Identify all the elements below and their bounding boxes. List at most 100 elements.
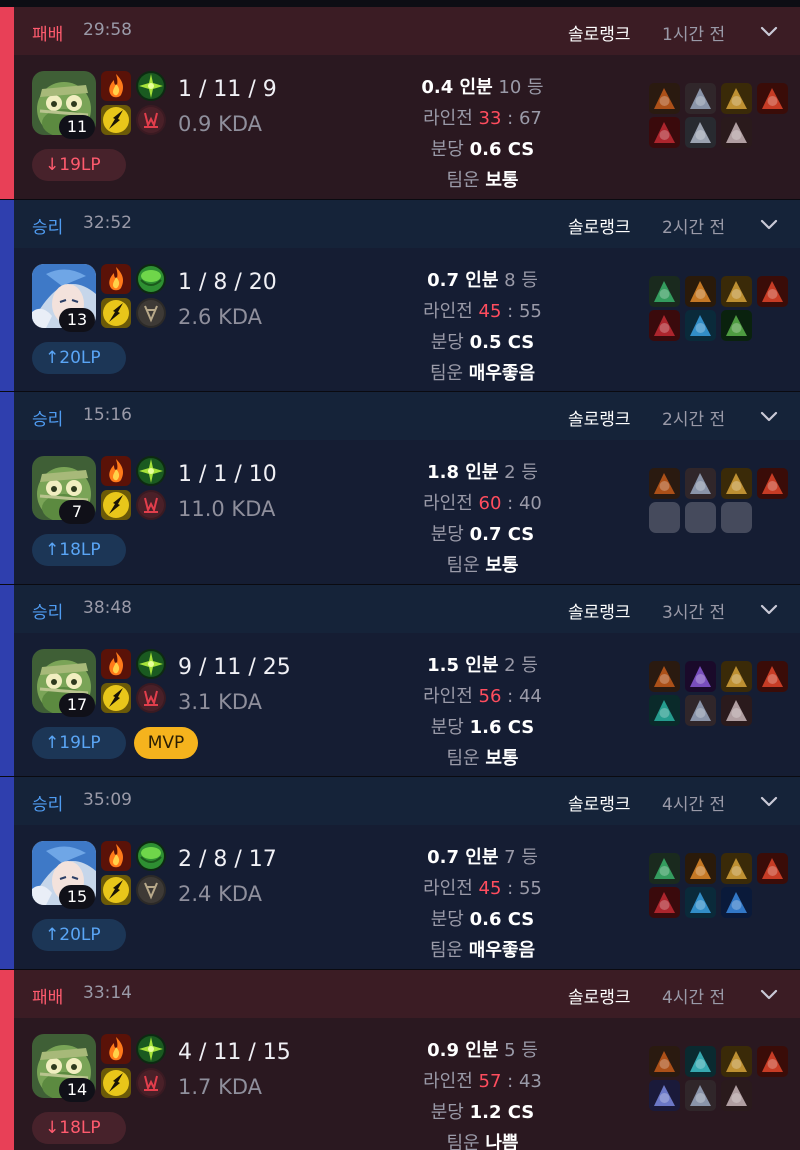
match-card[interactable]: 승리 38:48 솔로랭크 3시간 전 17 9 / 11 / 25 3.1 KDA ↑19L… bbox=[0, 584, 800, 777]
item-icon bbox=[649, 887, 680, 918]
empty-item-slot bbox=[649, 502, 680, 533]
cs-per-minute: 분당 0.6 CS bbox=[290, 905, 675, 931]
item-icon bbox=[649, 853, 680, 884]
lp-value: 20LP bbox=[59, 347, 101, 368]
share-value: 0.7 인분 bbox=[427, 269, 499, 291]
cs-per-minute: 분당 0.6 CS bbox=[290, 135, 675, 161]
lane-separator: : bbox=[501, 300, 519, 322]
flash-icon bbox=[101, 682, 131, 713]
match-header: 승리 35:09 솔로랭크 4시간 전 bbox=[14, 777, 800, 825]
item-icon bbox=[685, 853, 716, 884]
match-duration: 29:58 bbox=[83, 20, 132, 40]
lane-own-percent: 56 bbox=[478, 685, 502, 707]
match-body: 11 1 / 11 / 9 0.9 KDA ↓19LP 0.4 인분 10 등 라인전 3… bbox=[14, 55, 800, 199]
match-duration: 35:09 bbox=[83, 790, 132, 810]
lane-separator: : bbox=[501, 685, 519, 707]
lane-separator: : bbox=[501, 493, 519, 514]
performance-share: 0.9 인분 5 등 bbox=[290, 1036, 675, 1062]
item-icon bbox=[685, 83, 716, 114]
luck-value: 보통 bbox=[485, 170, 519, 191]
match-header: 승리 38:48 솔로랭크 3시간 전 bbox=[14, 584, 800, 633]
expand-chevron-icon[interactable] bbox=[759, 599, 779, 619]
domination-tree-icon bbox=[136, 490, 166, 520]
luck-value: 보통 bbox=[485, 747, 519, 769]
expand-chevron-icon[interactable] bbox=[759, 21, 779, 41]
time-ago: 2시간 전 bbox=[662, 410, 726, 430]
kda-score: 2 / 8 / 17 bbox=[178, 847, 277, 872]
kda-ratio: 2.4 KDA bbox=[178, 882, 263, 906]
lp-value: 20LP bbox=[59, 925, 101, 945]
item-icon bbox=[649, 1045, 680, 1077]
champion-level-badge: 14 bbox=[59, 1077, 95, 1102]
luck-value: 매우좋음 bbox=[468, 362, 536, 384]
lp-value: 18LP bbox=[59, 1117, 101, 1138]
kda-score: 1 / 1 / 10 bbox=[178, 462, 277, 487]
flash-icon bbox=[101, 105, 131, 135]
cs-per-minute: 분당 1.2 CS bbox=[290, 1098, 675, 1124]
cs-label: 분당 bbox=[430, 139, 464, 160]
kda-ratio: 0.9 KDA bbox=[178, 112, 263, 136]
expand-chevron-icon[interactable] bbox=[759, 214, 779, 234]
item-icon bbox=[721, 853, 752, 884]
time-ago: 2시간 전 bbox=[662, 217, 726, 238]
cs-value: 0.6 CS bbox=[469, 909, 535, 930]
match-result: 승리 bbox=[32, 217, 64, 238]
item-icon bbox=[649, 117, 680, 148]
time-ago: 1시간 전 bbox=[662, 25, 726, 45]
top-bar bbox=[0, 0, 800, 7]
team-luck: 팀운 매우좋음 bbox=[290, 359, 675, 385]
item-icon bbox=[721, 83, 752, 114]
team-rank: 8 등 bbox=[504, 269, 538, 291]
team-rank: 5 등 bbox=[504, 1039, 538, 1061]
conqueror-icon bbox=[136, 263, 166, 294]
aftershock-icon bbox=[136, 648, 166, 679]
queue-type: 솔로랭크 bbox=[568, 217, 631, 238]
lane-own-percent: 45 bbox=[478, 878, 502, 899]
item-icon bbox=[649, 83, 680, 114]
match-body: 17 9 / 11 / 25 3.1 KDA ↑19LP MVP 1.5 인분 2 등 라인… bbox=[14, 632, 800, 776]
arrow-down-icon: ↓ bbox=[45, 155, 60, 175]
cs-value: 1.2 CS bbox=[469, 1101, 535, 1123]
match-body: 13 1 / 8 / 20 2.6 KDA ↑20LP 0.7 인분 8 등 라인전 45… bbox=[14, 247, 800, 391]
cs-per-minute: 분당 0.5 CS bbox=[290, 328, 675, 354]
item-icon bbox=[685, 1079, 716, 1111]
lane-result: 라인전 56 : 44 bbox=[290, 682, 675, 708]
kda-score: 1 / 8 / 20 bbox=[178, 269, 277, 295]
kda-ratio: 2.6 KDA bbox=[178, 304, 263, 329]
share-value: 1.8 인분 bbox=[427, 462, 499, 483]
performance-share: 1.5 인분 2 등 bbox=[290, 651, 675, 677]
team-rank: 7 등 bbox=[504, 847, 538, 868]
match-body: 15 2 / 8 / 17 2.4 KDA ↑20LP 0.7 인분 7 등 라인전 45… bbox=[14, 825, 800, 969]
match-card[interactable]: 승리 32:52 솔로랭크 2시간 전 13 1 / 8 / 20 2.6 KDA ↑20LP… bbox=[0, 199, 800, 392]
lane-label: 라인전 bbox=[423, 108, 473, 129]
team-rank: 10 등 bbox=[498, 77, 544, 98]
match-card[interactable]: 패배 29:58 솔로랭크 1시간 전 11 1 / 11 / 9 0.9 KDA ↓19LP… bbox=[0, 7, 800, 200]
item-icon bbox=[757, 660, 788, 692]
expand-chevron-icon[interactable] bbox=[759, 984, 779, 1004]
team-luck: 팀운 보통 bbox=[290, 166, 675, 192]
cs-label: 분당 bbox=[430, 331, 464, 353]
match-header: 패배 33:14 솔로랭크 4시간 전 bbox=[14, 969, 800, 1018]
flash-icon bbox=[101, 297, 131, 328]
cs-value: 0.6 CS bbox=[469, 139, 535, 160]
champion-level-badge: 13 bbox=[59, 307, 95, 332]
lane-enemy-percent: 55 bbox=[518, 300, 542, 322]
kda-ratio: 3.1 KDA bbox=[178, 689, 263, 714]
performance-share: 1.8 인분 2 등 bbox=[290, 458, 675, 484]
cs-value: 1.6 CS bbox=[469, 716, 535, 738]
lp-change-badge: ↑20LP bbox=[32, 341, 126, 374]
match-header: 패배 29:58 솔로랭크 1시간 전 bbox=[14, 7, 800, 55]
item-icon bbox=[685, 660, 716, 692]
match-card[interactable]: 승리 15:16 솔로랭크 2시간 전 7 1 / 1 / 10 11.0 KDA ↑18LP… bbox=[0, 392, 800, 585]
expand-chevron-icon[interactable] bbox=[759, 791, 779, 811]
lane-result: 라인전 45 : 55 bbox=[290, 874, 675, 900]
cs-value: 0.5 CS bbox=[469, 331, 535, 353]
luck-value: 보통 bbox=[485, 555, 519, 576]
lane-label: 라인전 bbox=[423, 300, 473, 322]
cs-label: 분당 bbox=[430, 524, 464, 545]
match-card[interactable]: 패배 33:14 솔로랭크 4시간 전 14 4 / 11 / 15 1.7 KDA ↓18L… bbox=[0, 969, 800, 1150]
lane-separator: : bbox=[501, 108, 519, 129]
expand-chevron-icon[interactable] bbox=[759, 406, 779, 426]
ignite-icon bbox=[101, 648, 131, 679]
match-card[interactable]: 승리 35:09 솔로랭크 4시간 전 15 2 / 8 / 17 2.4 KDA ↑20LP… bbox=[0, 777, 800, 970]
